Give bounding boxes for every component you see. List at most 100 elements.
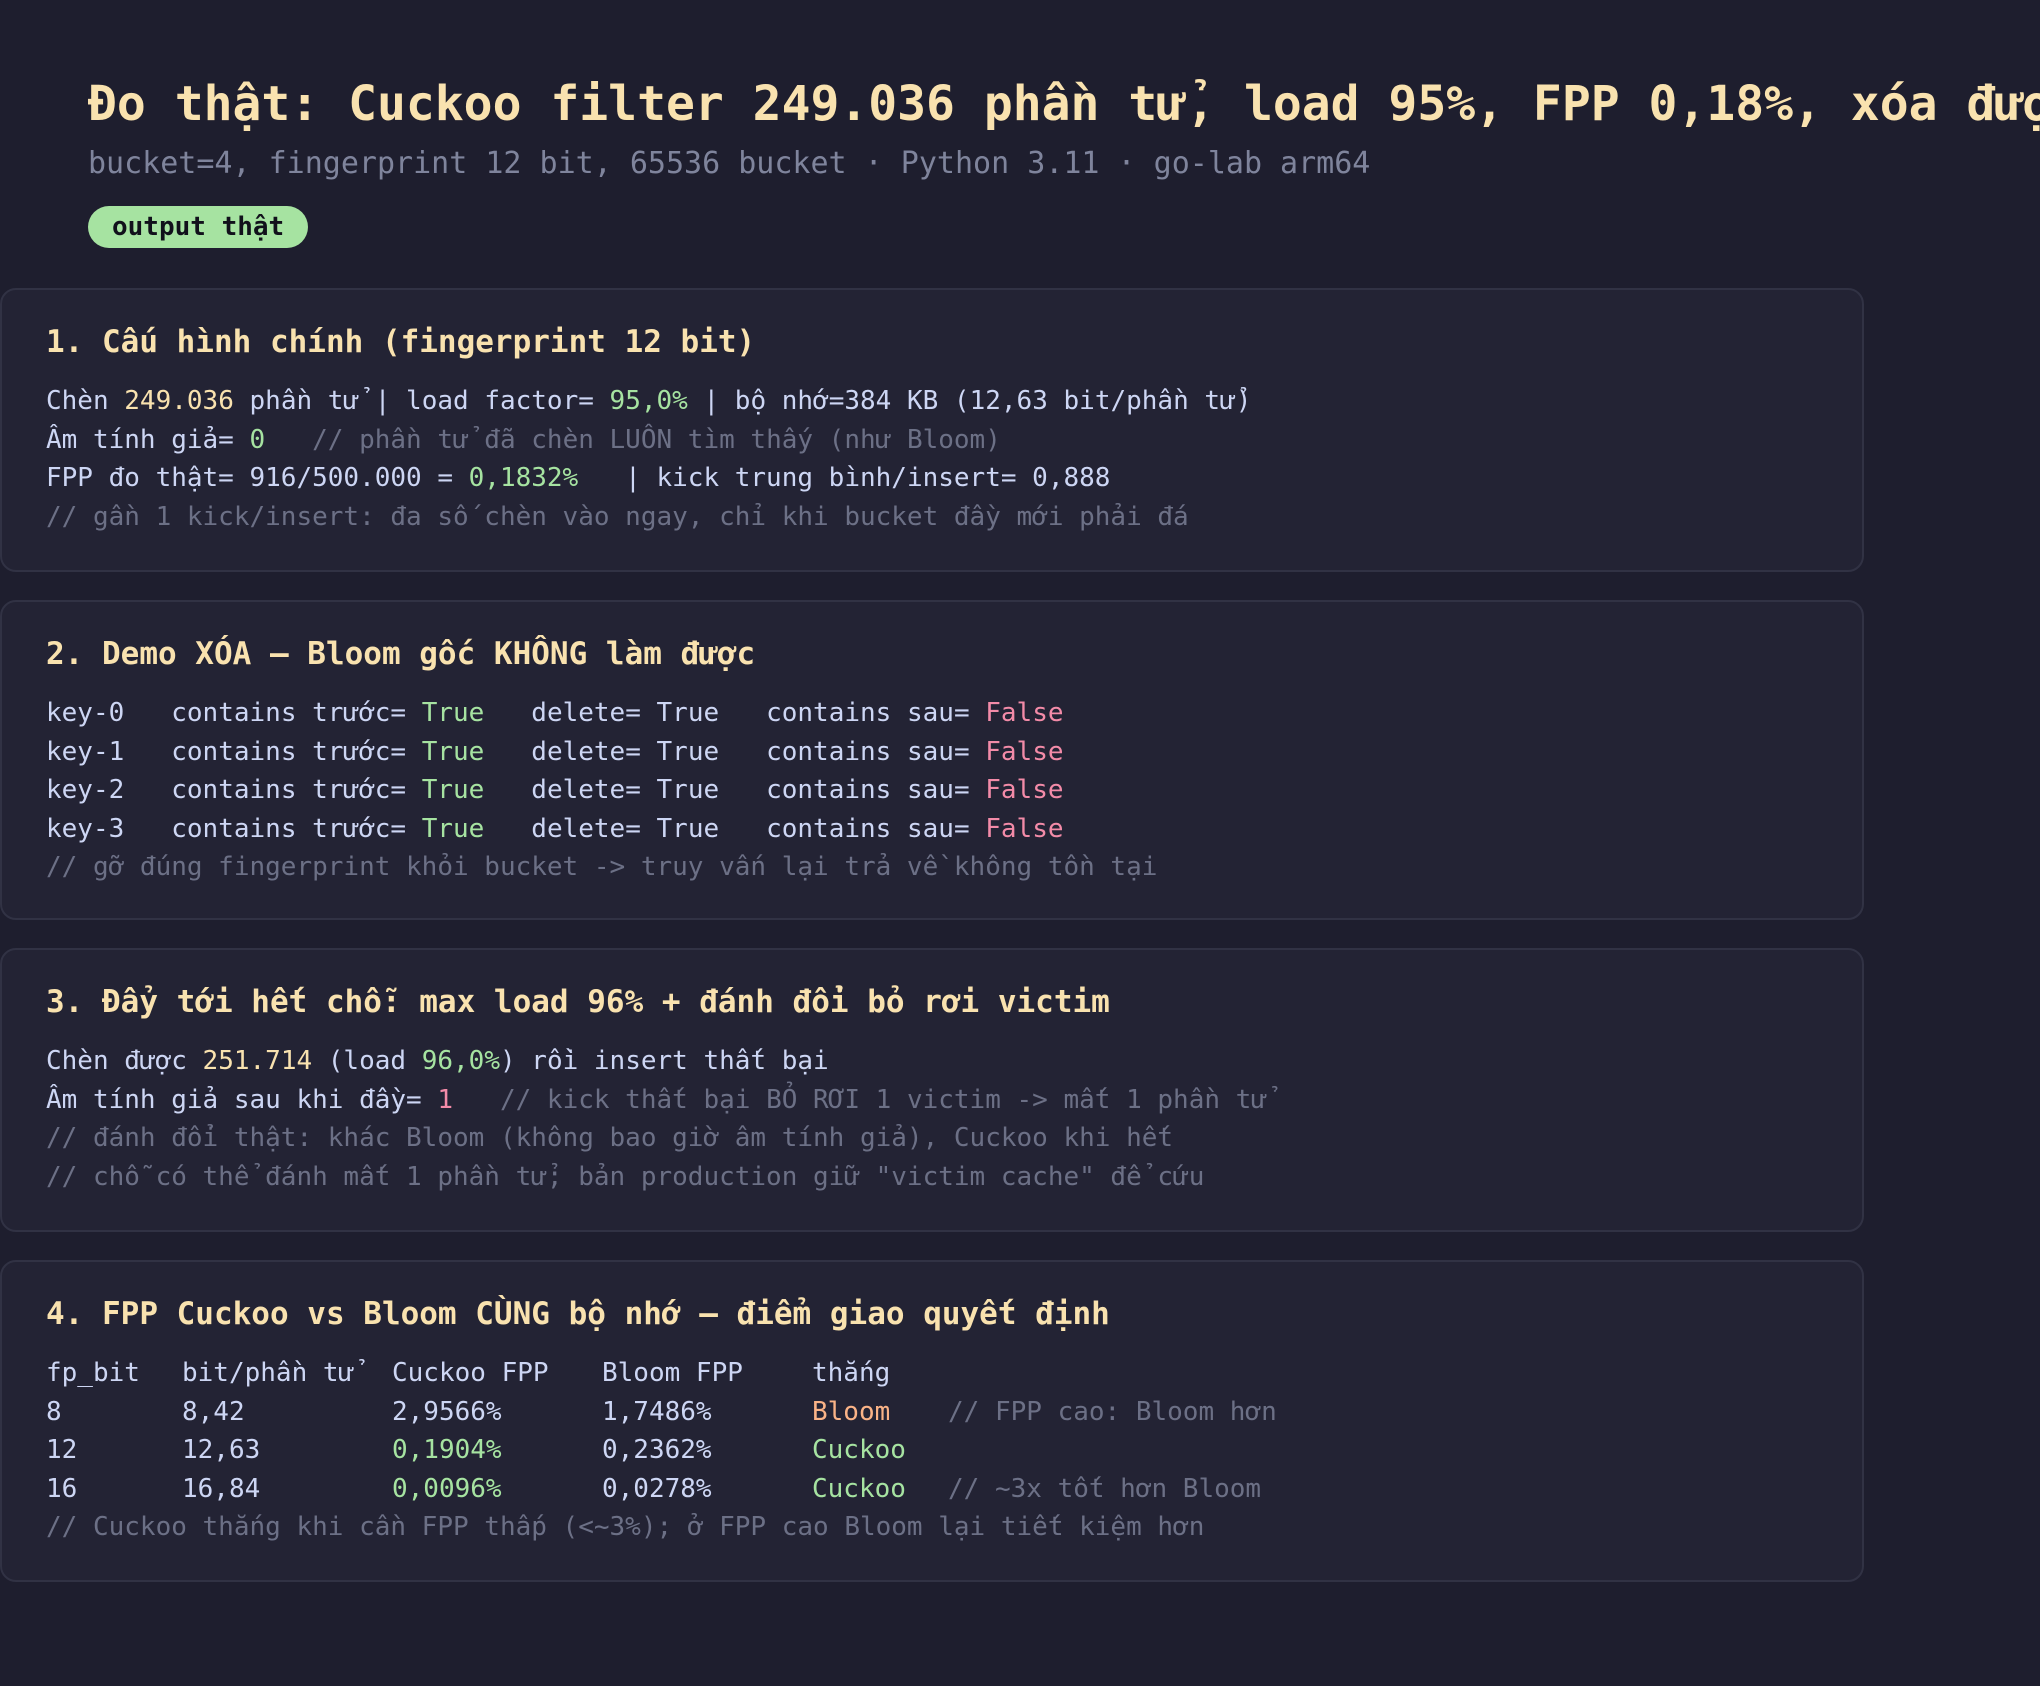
false-negative-value: 1 xyxy=(437,1084,453,1115)
row-comment: // FPP cao: Bloom hơn xyxy=(948,1396,1277,1427)
text: contains sau= xyxy=(719,698,986,728)
contains-after-value: False xyxy=(985,736,1064,767)
delete-rows: key-0 contains trước= True delete= True … xyxy=(46,694,1818,848)
comment: // kick thất bại BỎ RƠI 1 victim -> mất … xyxy=(453,1084,1267,1115)
text: ) rồi insert thất bại xyxy=(499,1046,829,1076)
text: delete= xyxy=(484,813,657,844)
key-name: key-3 xyxy=(46,813,125,844)
text: Chèn được xyxy=(46,1046,203,1076)
compare-comment: // Cuckoo thắng khi cần FPP thấp (<~3%);… xyxy=(46,1512,1205,1543)
bits-per-element-cell: 8,42 xyxy=(182,1396,245,1427)
key-name: key-0 xyxy=(46,698,125,728)
fp-bit-cell: 12 xyxy=(46,1435,78,1466)
text: contains sau= xyxy=(719,736,986,767)
comment: // phần tử đã chèn LUÔN tìm thấy (như Bl… xyxy=(265,424,1001,455)
text: contains trước= xyxy=(124,736,422,767)
load-factor-value: 95,0% xyxy=(609,386,688,416)
full-line-insert: Chèn được 251.714 (load 96,0%) rồi inser… xyxy=(46,1042,1818,1081)
bits-per-element-cell: 12,63 xyxy=(182,1435,261,1466)
text: contains trước= xyxy=(124,813,422,844)
cuckoo-fpp-cell: 0,1904% xyxy=(392,1435,502,1466)
winner-cell: Cuckoo xyxy=(812,1473,906,1504)
col-header: thắng xyxy=(812,1358,891,1388)
bloom-fpp-cell: 0,2362% xyxy=(602,1435,712,1466)
compare-header-row: fp_bit bit/phần tử Cuckoo FPP Bloom FPP … xyxy=(46,1354,1818,1393)
text: contains trước= xyxy=(124,775,422,806)
delete-row: key-1 contains trước= True delete= True … xyxy=(46,733,1818,772)
config-line-false-negative: Âm tính giả= 0 // phần tử đã chèn LUÔN t… xyxy=(46,421,1818,460)
fp-bit-cell: 8 xyxy=(46,1396,62,1427)
text: contains trước= xyxy=(124,698,422,728)
section-config-card: 1. Cấu hình chính (fingerprint 12 bit) C… xyxy=(0,288,1864,572)
section-delete-card: 2. Demo XÓA — Bloom gốc KHÔNG làm được k… xyxy=(0,600,1864,920)
delete-row: key-0 contains trước= True delete= True … xyxy=(46,694,1818,733)
bits-per-element-cell: 16,84 xyxy=(182,1473,261,1504)
delete-value: True xyxy=(656,698,720,728)
full-comment-1: // đánh đổi thật: khác Bloom (không bao … xyxy=(46,1123,1174,1154)
key-name: key-1 xyxy=(46,736,125,767)
text: Âm tính giả sau khi đầy= xyxy=(46,1084,438,1115)
delete-row: key-3 contains trước= True delete= True … xyxy=(46,810,1818,849)
contains-before-value: True xyxy=(421,775,485,806)
text: delete= xyxy=(484,736,657,767)
config-line-fpp: FPP đo thật= 916/500.000 = 0,1832% | kic… xyxy=(46,459,1818,498)
inserted-count: 249.036 xyxy=(124,386,234,416)
text: (load xyxy=(312,1046,422,1076)
config-line-insert: Chèn 249.036 phần tử | load factor= 95,0… xyxy=(46,382,1818,421)
section-config-title: 1. Cấu hình chính (fingerprint 12 bit) xyxy=(46,324,756,360)
page-subtitle: bucket=4, fingerprint 12 bit, 65536 buck… xyxy=(88,146,1371,181)
delete-value: True xyxy=(656,736,720,767)
text: delete= xyxy=(484,775,657,806)
contains-before-value: True xyxy=(421,698,485,728)
max-load-value: 96,0% xyxy=(421,1046,500,1076)
section-full-title: 3. Đẩy tới hết chỗ: max load 96% + đánh … xyxy=(46,984,1110,1020)
text: FPP đo thật= 916/500.000 = xyxy=(46,463,469,494)
contains-after-value: False xyxy=(985,698,1064,728)
report-page: Đo thật: Cuckoo filter 249.036 phần tử, … xyxy=(88,72,2040,248)
text: phần tử | load factor= xyxy=(233,386,610,416)
delete-value: True xyxy=(656,775,720,806)
page-title: Đo thật: Cuckoo filter 249.036 phần tử, … xyxy=(88,76,2040,132)
fp-bit-cell: 16 xyxy=(46,1473,78,1504)
false-negative-value: 0 xyxy=(249,424,266,455)
col-header: bit/phần tử xyxy=(182,1358,355,1388)
cuckoo-fpp-cell: 0,0096% xyxy=(392,1473,502,1504)
text: | kick trung bình/insert= 0,888 xyxy=(578,463,1111,494)
table-row: 12 12,63 0,1904% 0,2362% Cuckoo xyxy=(46,1431,1818,1470)
inserted-count: 251.714 xyxy=(202,1046,313,1076)
text: Âm tính giả= xyxy=(46,424,250,455)
winner-cell: Bloom xyxy=(812,1396,891,1427)
key-name: key-2 xyxy=(46,775,125,806)
contains-after-value: False xyxy=(985,813,1064,844)
col-header: fp_bit xyxy=(46,1358,140,1388)
section-compare-card: 4. FPP Cuckoo vs Bloom CÙNG bộ nhớ — điể… xyxy=(0,1260,1864,1582)
table-row: 16 16,84 0,0096% 0,0278% Cuckoo // ~3x tốt hơ… xyxy=(46,1470,1818,1509)
text: | bộ nhớ=384 KB (12,63 bit/phần tử) xyxy=(687,386,1252,416)
col-header: Bloom FPP xyxy=(602,1358,743,1388)
full-line-false-negative: Âm tính giả sau khi đầy= 1 // kick thất … xyxy=(46,1081,1818,1120)
col-header: Cuckoo FPP xyxy=(392,1358,549,1388)
fpp-value: 0,1832% xyxy=(468,463,579,494)
winner-cell: Cuckoo xyxy=(812,1435,906,1466)
section-full-card: 3. Đẩy tới hết chỗ: max load 96% + đánh … xyxy=(0,948,1864,1232)
delete-value: True xyxy=(656,813,720,844)
text: contains sau= xyxy=(719,775,986,806)
bloom-fpp-cell: 1,7486% xyxy=(602,1396,712,1427)
full-comment-2: // chỗ có thể đánh mất 1 phần tử; bản pr… xyxy=(46,1161,1205,1192)
section-delete-title: 2. Demo XÓA — Bloom gốc KHÔNG làm được xyxy=(46,636,756,672)
output-badge: output thật xyxy=(88,206,309,248)
contains-before-value: True xyxy=(421,813,485,844)
bloom-fpp-cell: 0,0278% xyxy=(602,1473,712,1504)
cuckoo-fpp-cell: 2,9566% xyxy=(392,1396,502,1427)
delete-row: key-2 contains trước= True delete= True … xyxy=(46,771,1818,810)
table-row: 8 8,42 2,9566% 1,7486% Bloom // FPP cao: Bloo… xyxy=(46,1393,1818,1432)
compare-rows: 8 8,42 2,9566% 1,7486% Bloom // FPP cao: Bloo… xyxy=(46,1393,1818,1509)
text: contains sau= xyxy=(719,813,986,844)
contains-after-value: False xyxy=(985,775,1064,806)
delete-comment: // gỡ đúng fingerprint khỏi bucket -> tr… xyxy=(46,852,1158,883)
contains-before-value: True xyxy=(421,736,485,767)
text: delete= xyxy=(484,698,657,728)
text: Chèn xyxy=(46,386,125,416)
row-comment: // ~3x tốt hơn Bloom xyxy=(948,1473,1262,1504)
config-comment: // gần 1 kick/insert: đa số chèn vào nga… xyxy=(46,501,1189,532)
